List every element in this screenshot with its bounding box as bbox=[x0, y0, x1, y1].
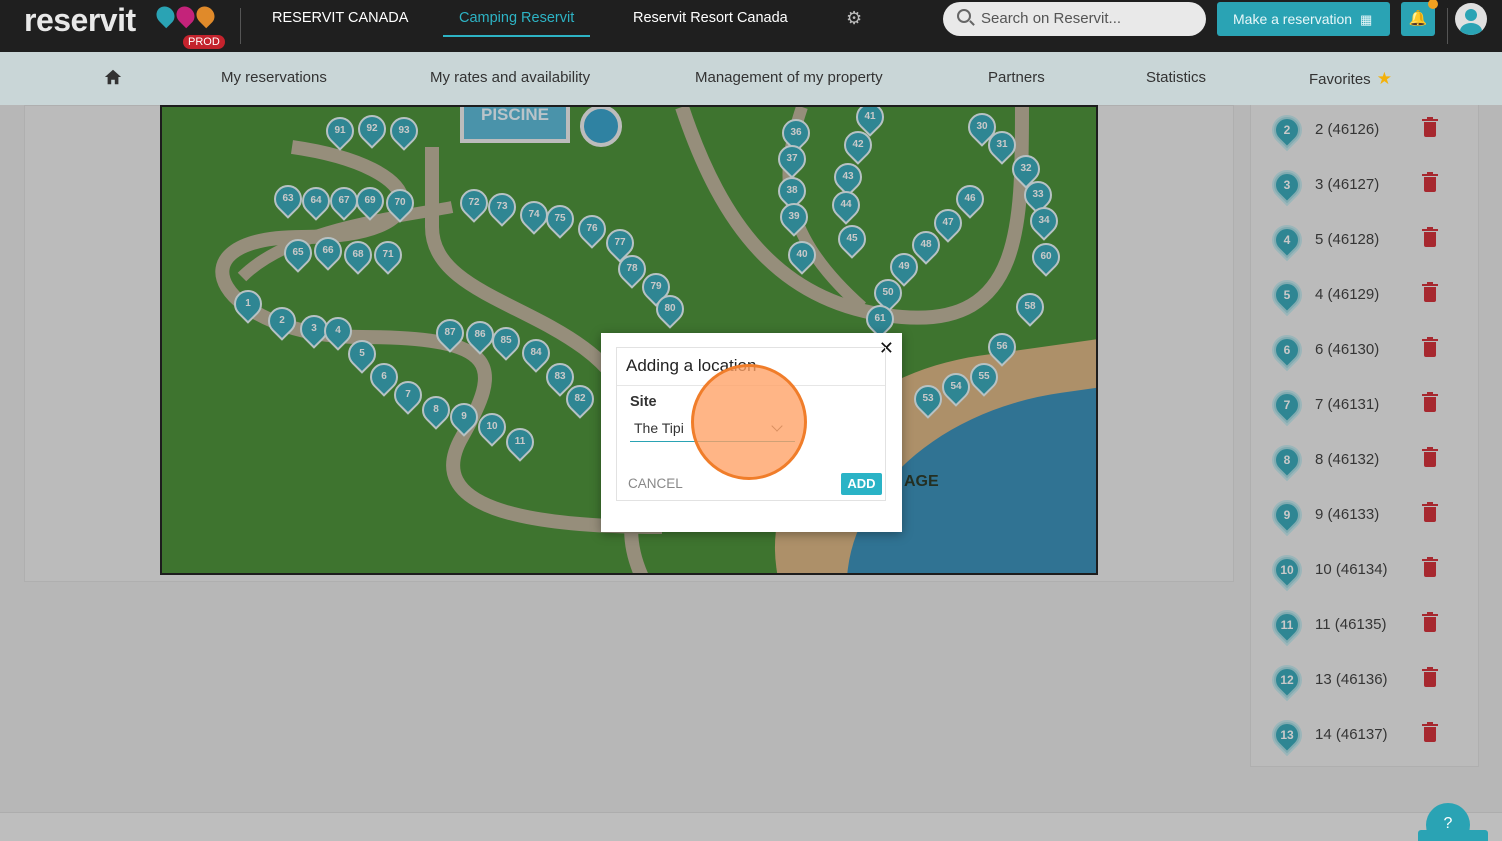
reservit-logo[interactable]: reservit bbox=[24, 2, 136, 39]
nav-property-management[interactable]: Management of my property bbox=[695, 69, 883, 86]
top-bar: reservit PROD RESERVIT CANADA Camping Re… bbox=[0, 0, 1502, 52]
nav-partners[interactable]: Partners bbox=[988, 69, 1045, 86]
star-icon: ★ bbox=[1376, 69, 1392, 88]
add-button[interactable]: ADD bbox=[841, 473, 882, 495]
home-icon[interactable] bbox=[104, 68, 122, 86]
gear-icon[interactable]: ⚙ bbox=[846, 8, 862, 29]
corner-button[interactable] bbox=[1418, 830, 1488, 841]
click-indicator bbox=[691, 364, 807, 480]
nav-statistics[interactable]: Statistics bbox=[1146, 69, 1206, 86]
search-input[interactable]: Search on Reservit... bbox=[943, 2, 1206, 36]
logo-pins-icon bbox=[152, 2, 219, 29]
env-badge: PROD bbox=[183, 35, 225, 49]
top-nav-resort-canada[interactable]: Reservit Resort Canada bbox=[633, 10, 788, 35]
nav-rates-availability[interactable]: My rates and availability bbox=[430, 69, 590, 86]
search-placeholder: Search on Reservit... bbox=[981, 10, 1122, 27]
nav-favorites-label: Favorites bbox=[1309, 71, 1371, 88]
make-reservation-label: Make a reservation bbox=[1233, 11, 1353, 27]
divider bbox=[1447, 8, 1448, 44]
top-nav-camping-reservit[interactable]: Camping Reservit bbox=[443, 10, 591, 37]
search-icon bbox=[957, 9, 971, 23]
bell-icon: 🔔 bbox=[1408, 10, 1428, 27]
user-avatar[interactable] bbox=[1455, 3, 1487, 35]
nav-my-reservations[interactable]: My reservations bbox=[221, 69, 327, 86]
notifications-button[interactable]: 🔔 bbox=[1401, 0, 1438, 36]
calendar-icon: ▦ bbox=[1359, 12, 1373, 27]
main-nav: My reservations My rates and availabilit… bbox=[0, 52, 1502, 105]
site-select-value: The Tipi bbox=[634, 420, 684, 436]
site-label: Site bbox=[630, 394, 657, 410]
make-reservation-button[interactable]: Make a reservation ▦ bbox=[1217, 2, 1390, 36]
nav-favorites[interactable]: Favorites ★ bbox=[1309, 69, 1392, 89]
cancel-button[interactable]: CANCEL bbox=[628, 476, 683, 491]
divider bbox=[240, 8, 241, 44]
top-nav-reservit-canada[interactable]: RESERVIT CANADA bbox=[272, 10, 408, 35]
notification-dot bbox=[1428, 0, 1438, 9]
